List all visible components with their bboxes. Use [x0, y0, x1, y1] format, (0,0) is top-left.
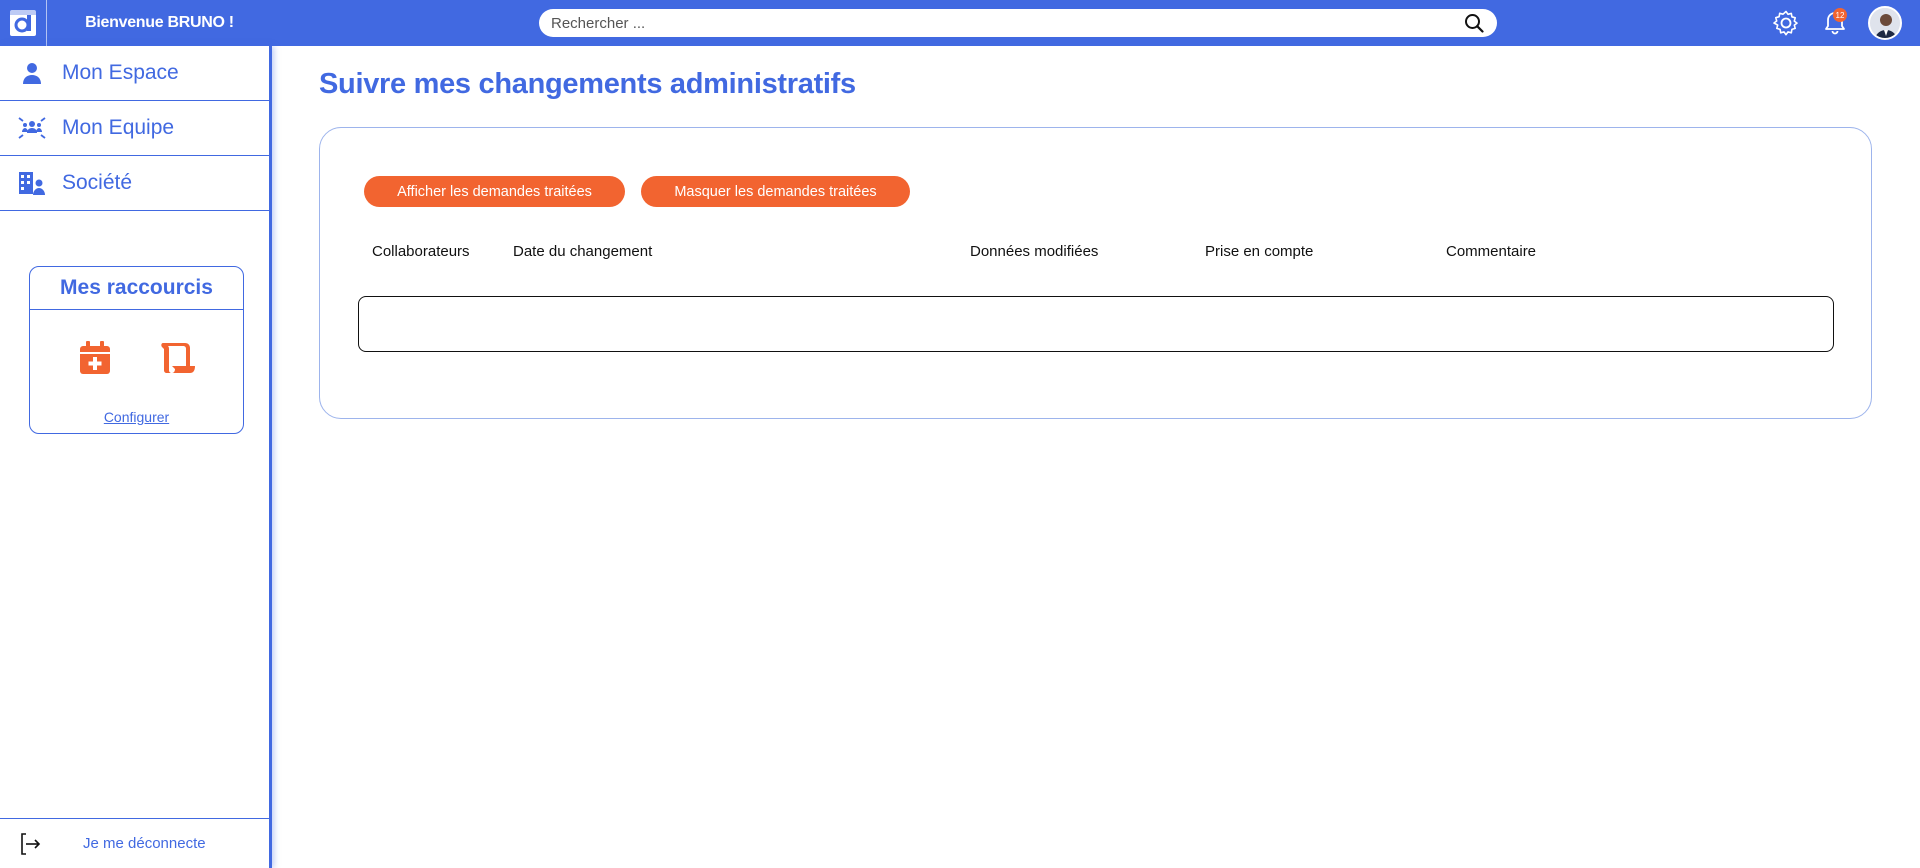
sidebar-item-mon-espace[interactable]: Mon Espace [0, 46, 269, 101]
sidebar-item-label: Société [62, 171, 133, 194]
avatar[interactable] [1868, 6, 1902, 40]
search-input[interactable] [551, 14, 1463, 32]
column-header-collaborateurs[interactable]: Collaborateurs [372, 243, 470, 260]
changes-card: Afficher les demandes traitées Masquer l… [319, 127, 1872, 419]
gear-icon[interactable] [1771, 8, 1801, 38]
bell-icon[interactable]: 12 [1820, 8, 1850, 38]
shortcuts-panel: Mes raccourcis Configurer [29, 266, 244, 434]
shortcut-icons [30, 310, 243, 378]
user-icon [18, 59, 46, 87]
logout-label: Je me déconnecte [83, 835, 206, 852]
column-header-date[interactable]: Date du changement [513, 243, 652, 260]
sidebar-item-societe[interactable]: Société [0, 156, 269, 211]
sidebar-item-mon-equipe[interactable]: Mon Equipe [0, 101, 269, 156]
column-header-prise-en-compte[interactable]: Prise en compte [1205, 243, 1313, 260]
shortcuts-title: Mes raccourcis [30, 267, 243, 310]
welcome-message: Bienvenue BRUNO ! [85, 14, 234, 31]
team-icon [18, 114, 46, 142]
show-processed-button[interactable]: Afficher les demandes traitées [364, 176, 625, 207]
top-bar: Bienvenue BRUNO ! 12 [0, 0, 1920, 46]
logo-icon [10, 10, 36, 36]
search-icon[interactable] [1463, 12, 1485, 34]
company-icon [18, 169, 46, 197]
sidebar-item-label: Mon Espace [62, 61, 179, 84]
hide-processed-button[interactable]: Masquer les demandes traitées [641, 176, 910, 207]
logout-button[interactable]: Je me déconnecte [0, 818, 269, 868]
search-bar [539, 9, 1497, 37]
app-logo[interactable] [0, 0, 47, 46]
user-avatar-icon [1870, 8, 1900, 38]
scroll-icon[interactable] [158, 338, 198, 378]
sidebar: Mon Espace Mon Equipe Société Mes raccou… [0, 46, 272, 868]
page-title: Suivre mes changements administratifs [319, 68, 856, 100]
configure-link[interactable]: Configurer [30, 409, 243, 425]
logout-icon [15, 829, 45, 859]
column-header-commentaire[interactable]: Commentaire [1446, 243, 1536, 260]
calendar-add-icon[interactable] [75, 338, 115, 378]
sidebar-item-label: Mon Equipe [62, 116, 175, 139]
table-body-empty [358, 296, 1834, 352]
notification-badge: 12 [1833, 8, 1847, 22]
column-header-donnees[interactable]: Données modifiées [970, 243, 1098, 260]
